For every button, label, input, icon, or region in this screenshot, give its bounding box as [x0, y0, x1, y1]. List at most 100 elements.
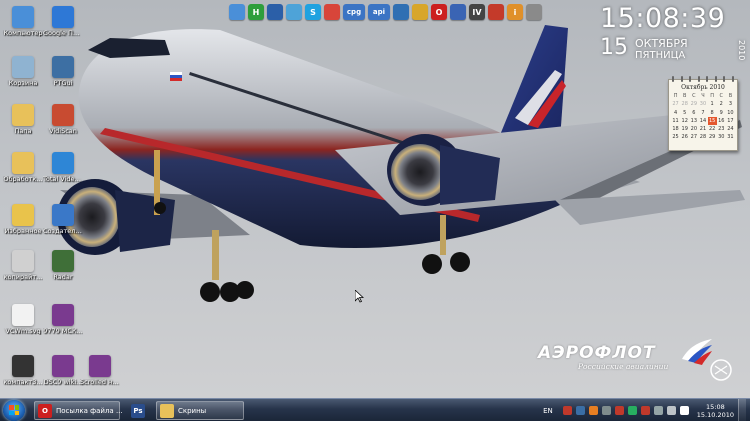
desktop-icon-label: Scrolled на Цветная	[80, 379, 120, 386]
calendar-day[interactable]: 8	[708, 109, 717, 117]
calendar-day[interactable]: 24	[726, 125, 735, 133]
folder-mini-icon[interactable]	[286, 4, 302, 20]
taskbar-window-button[interactable]: Ps	[128, 401, 152, 420]
calendar-day[interactable]: 15	[707, 116, 717, 126]
calendar-day[interactable]: 28	[680, 100, 689, 108]
tray-app-icon[interactable]	[588, 406, 598, 415]
calendar-day[interactable]: 12	[680, 117, 689, 125]
language-indicator[interactable]: EN	[543, 407, 553, 415]
calculator-icon	[12, 355, 34, 377]
calendar-day[interactable]: 3	[726, 100, 735, 108]
desktop-icon[interactable]: Google Планет...	[43, 6, 83, 37]
tray-app-icon[interactable]	[562, 406, 572, 415]
desktop-icon[interactable]: копирайт...	[3, 250, 43, 281]
tray-clock[interactable]: 15:08 15.10.2010	[697, 403, 734, 419]
taskbar-app-icon	[160, 403, 174, 418]
calendar-day[interactable]: 6	[689, 109, 698, 117]
start-button[interactable]	[3, 400, 25, 421]
winged-hammer-sickle-icon	[710, 359, 732, 381]
desktop-icon[interactable]: Scrolled на Цветная	[80, 355, 120, 386]
folder-icon	[12, 152, 34, 174]
tray-app-icon[interactable]	[653, 406, 663, 415]
calendar-day[interactable]: 30	[717, 133, 726, 141]
tray-app-icon[interactable]	[640, 406, 650, 415]
opera-mini-icon[interactable]: O	[431, 4, 447, 20]
calendar-widget[interactable]: Октябрь 2010 П В С Ч П С В 27 28 29 30 1 2 3 4 5 6 7 8 9 10 1…	[668, 76, 738, 151]
calendar-day[interactable]: 26	[680, 133, 689, 141]
calendar-day[interactable]: 29	[708, 133, 717, 141]
desktop-icon[interactable]: DSC9 wiki...	[43, 355, 83, 386]
radar-icon	[52, 250, 74, 272]
calendar-day[interactable]: 11	[671, 117, 680, 125]
calendar-day[interactable]: 1	[708, 100, 717, 108]
calendar-day[interactable]: 21	[698, 125, 707, 133]
desktop-icon[interactable]: Обработк...	[3, 152, 43, 183]
app-api-mini-icon[interactable]: api	[368, 4, 390, 20]
utorrent-mini-icon[interactable]: H	[248, 4, 264, 20]
desktop-icon[interactable]: Корзина	[3, 56, 43, 87]
calendar-day[interactable]: 31	[726, 133, 735, 141]
iv-mini-icon[interactable]: IV	[469, 4, 485, 20]
calendar-day[interactable]: 16	[717, 117, 726, 125]
calendar-day[interactable]: 30	[698, 100, 707, 108]
calendar-day[interactable]: 2	[717, 100, 726, 108]
calendar-day[interactable]: 23	[717, 125, 726, 133]
calendar-day[interactable]: 28	[698, 133, 707, 141]
folder-icon	[12, 104, 34, 126]
calendar-day[interactable]: 14	[698, 117, 707, 125]
skype-mini-icon[interactable]: S	[305, 4, 321, 20]
calendar-day[interactable]: 10	[726, 109, 735, 117]
tray-app-icon[interactable]	[601, 406, 611, 415]
show-desktop-button[interactable]	[738, 399, 746, 421]
calendar-day[interactable]: 18	[671, 125, 680, 133]
chrome-mini-icon[interactable]	[324, 4, 340, 20]
plane-mini-icon[interactable]	[450, 4, 466, 20]
tray-app-icon[interactable]	[614, 406, 624, 415]
calendar-day[interactable]: 5	[680, 109, 689, 117]
desktop-icon[interactable]: Radar	[43, 250, 83, 281]
calendar-day[interactable]: 7	[698, 109, 707, 117]
desktop-icon[interactable]: VCWm.svg	[3, 304, 43, 335]
desktop-icon[interactable]: Папа	[3, 104, 43, 135]
desktop-icon-label: Radar	[53, 274, 73, 281]
calendar-day[interactable]: 29	[689, 100, 698, 108]
clock-time: 15:08:39	[600, 3, 726, 34]
calendar-day[interactable]: 4	[671, 109, 680, 117]
calendar-day[interactable]: 25	[671, 133, 680, 141]
winrar-icon	[52, 304, 74, 326]
calendar-day[interactable]: 9	[717, 109, 726, 117]
desktop-icon[interactable]: Total Video Converter	[43, 152, 83, 183]
tray-app-icon[interactable]	[627, 406, 637, 415]
wand-mini-icon[interactable]	[526, 4, 542, 20]
taskbar-window-button[interactable]: O Посылка файла ...	[34, 401, 123, 420]
tray-app-icon[interactable]	[679, 406, 689, 415]
svg-file-icon	[12, 304, 34, 326]
info-mini-icon[interactable]: i	[507, 4, 523, 20]
tools-mini-icon[interactable]	[488, 4, 504, 20]
calendar-day[interactable]: 20	[689, 125, 698, 133]
tray-app-icon[interactable]	[666, 406, 676, 415]
calendar-day[interactable]: 27	[671, 100, 680, 108]
computer-mini-icon[interactable]	[229, 4, 245, 20]
desktop-icon[interactable]: VidiScan	[43, 104, 83, 135]
tray-app-icon[interactable]	[575, 406, 585, 415]
calendar-day[interactable]: 27	[689, 133, 698, 141]
calendar-day[interactable]: 13	[689, 117, 698, 125]
calendar-day[interactable]: 19	[680, 125, 689, 133]
calendar-day[interactable]: 17	[726, 117, 735, 125]
desktop-icon-label: Обработк...	[3, 176, 43, 183]
calendar-day[interactable]: 22	[708, 125, 717, 133]
computer-icon	[12, 6, 34, 28]
aeroflot-logo: АЭРОФЛОТ Российские авиалинии	[538, 339, 732, 381]
taskbar-window-button[interactable]: Скрины	[156, 401, 244, 420]
desktop-icon[interactable]: компакт3...	[3, 355, 43, 386]
globe-mini-icon[interactable]	[393, 4, 409, 20]
headphones-mini-icon[interactable]	[412, 4, 428, 20]
document-mini-icon[interactable]	[267, 4, 283, 20]
desktop-icon[interactable]: Создатель Будущего...	[43, 204, 83, 235]
desktop-icon[interactable]: 9779 МСК...	[43, 304, 83, 335]
desktop-icon[interactable]: PTGui	[43, 56, 83, 87]
desktop-icon[interactable]: Избранное	[3, 204, 43, 235]
app-cpg-mini-icon[interactable]: cpg	[343, 4, 365, 20]
desktop-icon[interactable]: Компьютер	[3, 6, 43, 37]
